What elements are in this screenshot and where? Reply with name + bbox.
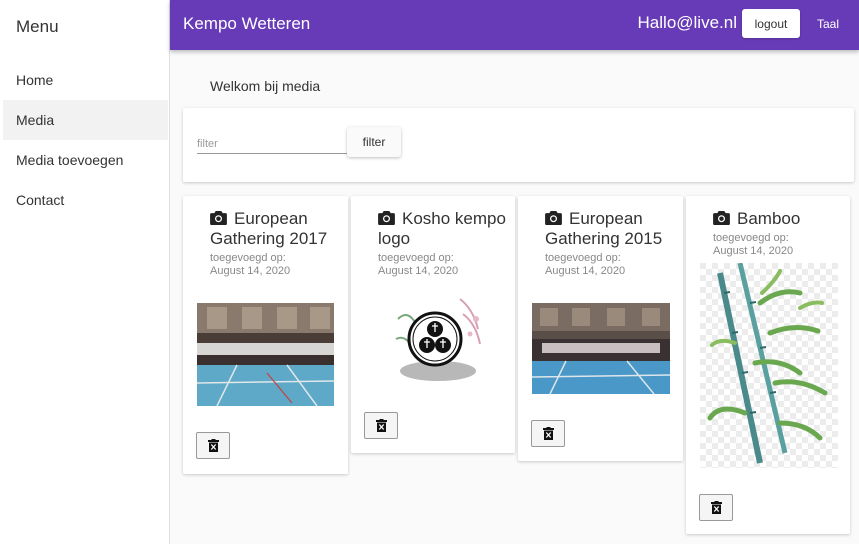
sidebar-item-home[interactable]: Home [3,60,168,100]
added-label: toegevoegd op: [210,252,286,264]
app-title: Kempo Wetteren [183,14,311,33]
trash-icon [207,439,219,452]
card-title: European Gathering 2015 [545,209,663,248]
delete-button[interactable] [531,420,565,447]
kempo-logo-image [395,298,481,381]
filter-card: filter [183,108,854,182]
delete-button[interactable] [196,432,230,459]
delete-button[interactable] [364,412,398,439]
sidebar-title: Menu [16,17,59,36]
trash-icon [375,419,387,432]
camera-icon [210,211,227,225]
filter-button[interactable]: filter [347,127,401,157]
added-date: August 14, 2020 [378,265,459,277]
camera-icon [545,211,562,225]
trash-icon [710,501,722,514]
logout-button[interactable]: logout [742,9,800,38]
added-date: August 14, 2020 [210,265,291,277]
added-label: toegevoegd op: [713,232,789,244]
media-card: European Gathering 2017 toegevoegd op: A… [183,196,348,474]
added-label: toegevoegd op: [545,252,621,264]
sidebar-item-media-toevoegen[interactable]: Media toevoegen [3,140,168,180]
sidebar: Menu Home Media Media toevoegen Contact [0,0,170,544]
added-date: August 14, 2020 [545,265,626,277]
trash-icon [542,427,554,440]
bamboo-image [700,263,838,468]
card-title: European Gathering 2017 [210,209,328,248]
added-date: August 14, 2020 [713,245,794,257]
delete-button[interactable] [699,494,733,521]
group-photo-image [197,303,334,406]
camera-icon [378,211,395,225]
media-card: Bamboo toegevoegd op: August 14, 2020 [686,196,850,534]
media-card: European Gathering 2015 toegevoegd op: A… [518,196,683,461]
added-label: toegevoegd op: [378,252,454,264]
group-photo-image [532,303,670,394]
sidebar-item-media[interactable]: Media [3,100,168,140]
user-greeting: Hallo@live.nl [637,13,737,32]
top-app-bar: Kempo Wetteren Hallo@live.nl logout Taal [170,0,859,50]
camera-icon [713,211,730,225]
media-card: Kosho kempo logo toegevoegd op: August 1… [351,196,515,453]
filter-input[interactable] [197,134,347,154]
sidebar-item-contact[interactable]: Contact [3,180,168,220]
sidebar-nav: Home Media Media toevoegen Contact [3,60,168,220]
card-title: Kosho kempo logo [378,209,506,248]
welcome-text: Welkom bij media [210,78,321,94]
language-button[interactable]: Taal [817,17,839,31]
card-title: Bamboo [737,209,801,228]
